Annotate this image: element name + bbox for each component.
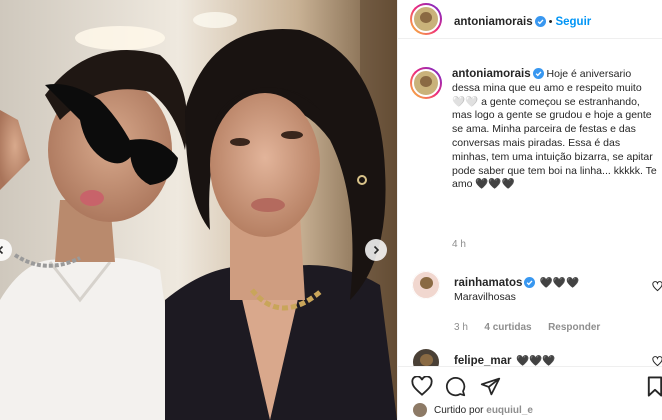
caption-avatar[interactable] — [410, 67, 442, 99]
share-icon — [480, 377, 501, 396]
photo-illustration — [0, 0, 397, 420]
caption-text: Hoje é aniversario dessa mina que eu amo… — [452, 68, 657, 191]
comment-avatar[interactable] — [412, 348, 440, 366]
comment-username[interactable]: rainhamatos — [454, 277, 522, 289]
heart-icon — [411, 375, 433, 396]
comment-avatar[interactable] — [412, 271, 440, 299]
comments-area[interactable]: antoniamorais Hoje é aniversario dessa m… — [398, 40, 662, 366]
comment-likes[interactable]: 4 curtidas — [484, 322, 531, 333]
comment-reply-button[interactable]: Responder — [548, 322, 600, 333]
post-photo[interactable] — [0, 0, 397, 420]
share-button[interactable] — [480, 376, 501, 402]
comment-header: felipe_mar 🖤🖤🖤 — [454, 351, 555, 366]
liked-prefix: Curtido — [434, 405, 467, 416]
comment-header: rainhamatos 🖤🖤🖤 — [454, 273, 579, 291]
like-button[interactable] — [411, 375, 433, 401]
verified-badge-icon — [532, 68, 544, 79]
heart-icon — [652, 281, 662, 292]
author-avatar[interactable] — [410, 3, 442, 35]
bookmark-icon — [647, 376, 662, 397]
comment-text: Maravilhosas — [454, 291, 516, 303]
chevron-right-icon — [373, 245, 380, 255]
verified-badge-icon — [534, 16, 546, 27]
liked-by-word: por — [469, 405, 484, 416]
caption-time: 4 h — [452, 239, 466, 250]
comment-time: 3 h — [454, 322, 468, 333]
carousel-next-button[interactable] — [365, 239, 387, 261]
chevron-left-icon — [0, 245, 4, 255]
save-button[interactable] — [647, 376, 662, 402]
comment-meta: 3 h 4 curtidas Responder — [454, 317, 600, 335]
caption-username[interactable]: antoniamorais — [452, 68, 531, 80]
heart-icon — [652, 356, 662, 366]
post-header: antoniamorais • Seguir — [398, 0, 662, 39]
comment-icon — [446, 377, 466, 397]
liked-by-line: Curtido por euquiul_e — [434, 405, 533, 416]
comment-username[interactable]: felipe_mar — [454, 355, 512, 366]
comment-like-button[interactable] — [652, 279, 662, 297]
post-side-panel: antoniamorais • Seguir antoniamorais Hoje … — [397, 0, 662, 420]
comment-button[interactable] — [445, 376, 466, 402]
liked-by-avatar[interactable] — [413, 403, 427, 417]
liked-by-user[interactable]: euquiul_e — [486, 405, 533, 416]
comment-emoji: 🖤🖤🖤 — [515, 355, 556, 366]
header-separator: • — [548, 16, 553, 28]
comment-like-button[interactable] — [652, 354, 662, 366]
follow-button[interactable]: Seguir — [555, 16, 591, 28]
caption: antoniamorais Hoje é aniversario dessa m… — [452, 68, 657, 192]
header-author-line: antoniamorais • Seguir — [454, 12, 591, 30]
header-username[interactable]: antoniamorais — [454, 16, 533, 28]
comment-emoji: 🖤🖤🖤 — [539, 277, 580, 289]
verified-badge-icon — [524, 277, 536, 288]
